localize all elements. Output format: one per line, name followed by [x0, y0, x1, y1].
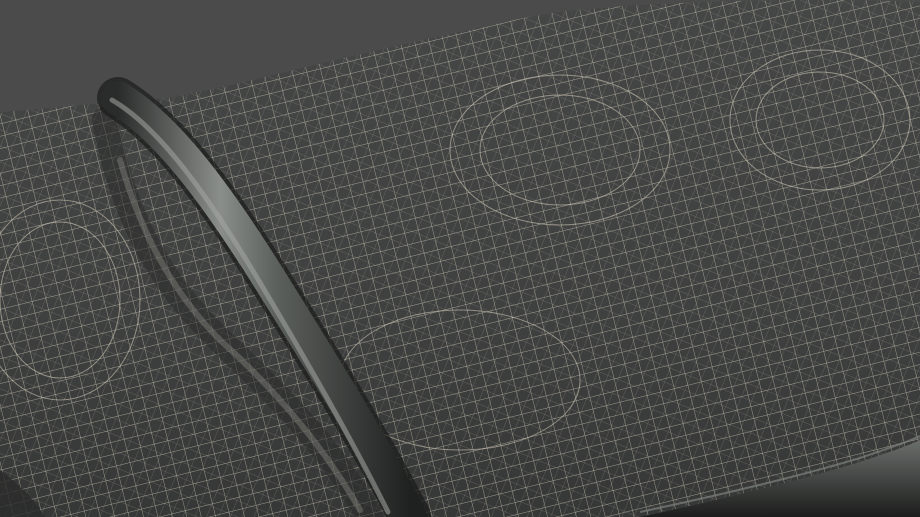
- wireframe-render: [0, 0, 920, 517]
- 3d-viewport[interactable]: [0, 0, 920, 517]
